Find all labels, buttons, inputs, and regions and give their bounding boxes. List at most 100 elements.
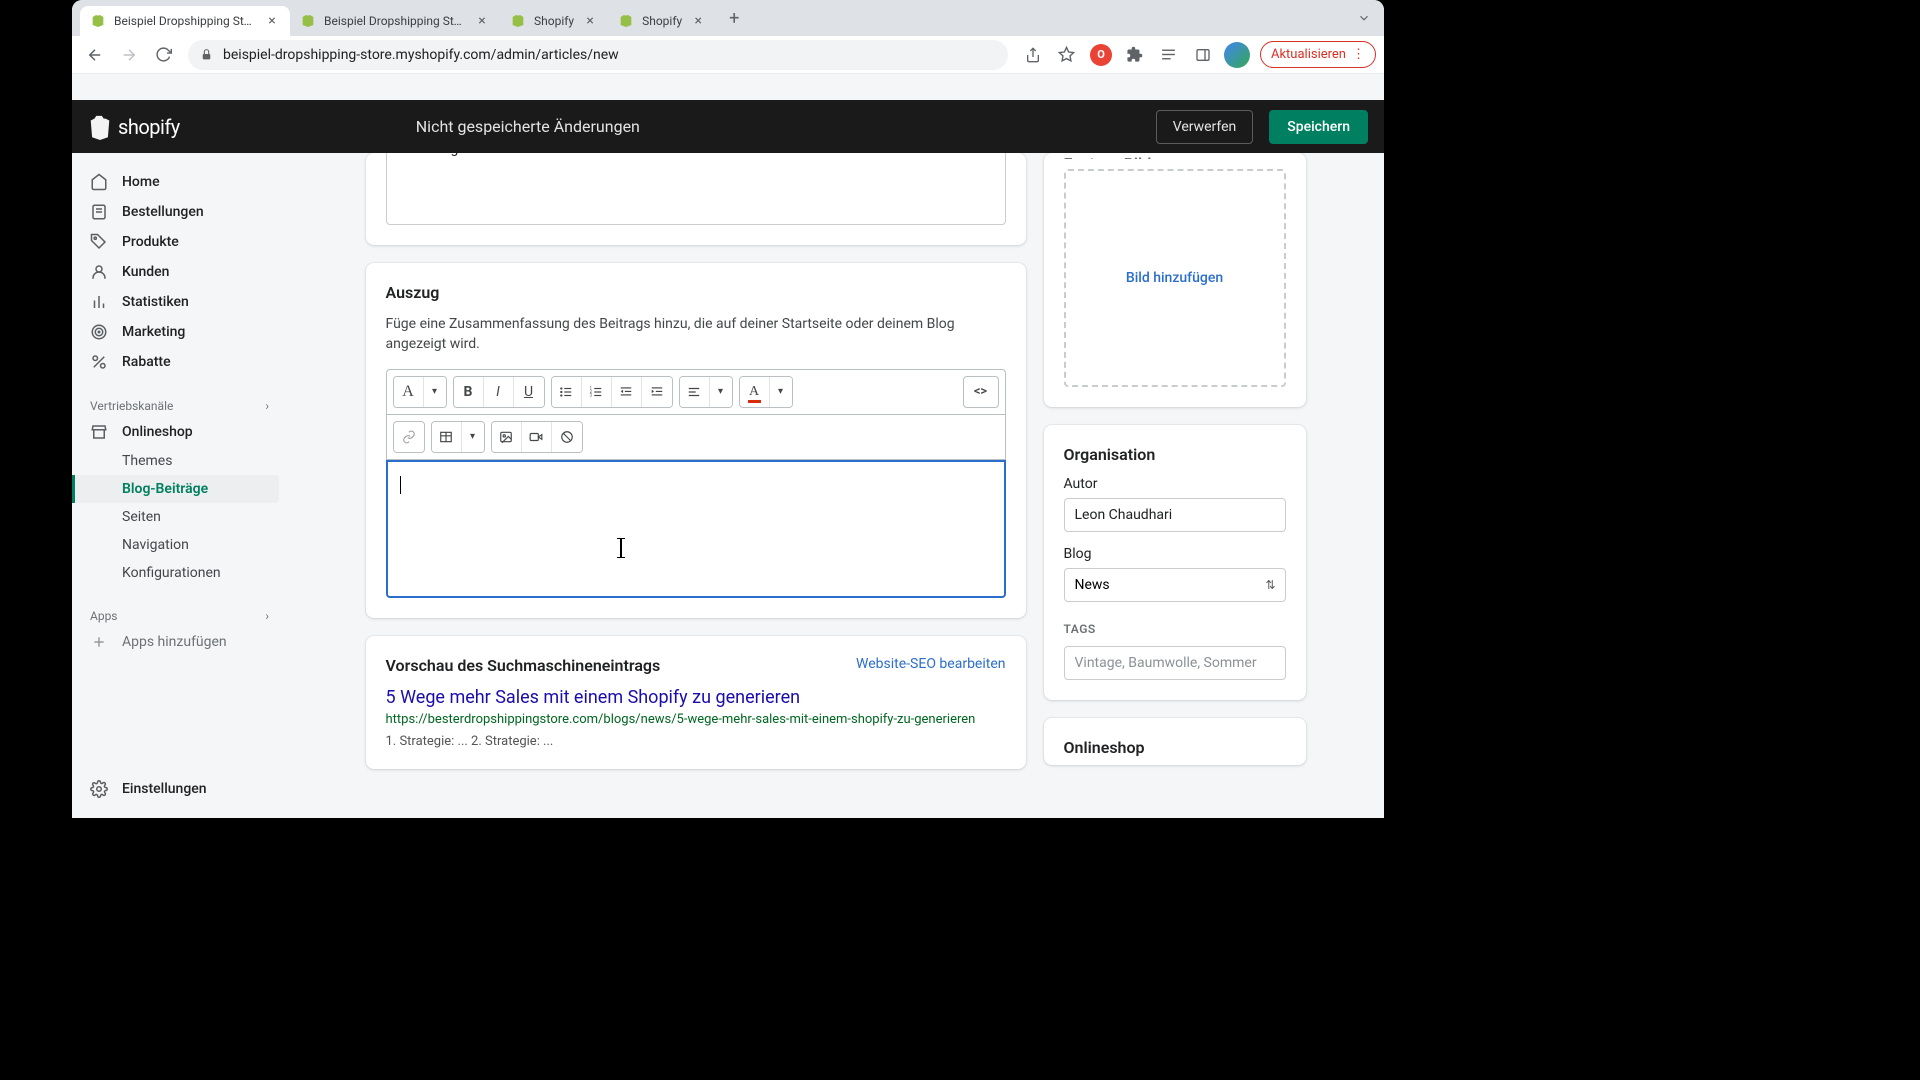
- content-body-editor[interactable]: 2. Strategie: ...: [386, 153, 1006, 225]
- sidebar-item-marketing[interactable]: Marketing: [72, 317, 287, 347]
- rte-toolbar-row2: ▾: [386, 415, 1006, 460]
- close-icon[interactable]: ×: [474, 13, 490, 29]
- shopify-favicon-icon: [618, 13, 634, 29]
- image-drop-zone[interactable]: Bild hinzufügen: [1064, 169, 1286, 387]
- reload-button[interactable]: [148, 40, 178, 70]
- brand-text: shopify: [118, 115, 180, 139]
- unsaved-changes-msg: Nicht gespeicherte Änderungen: [196, 117, 1140, 136]
- outdent-button[interactable]: [612, 377, 642, 407]
- back-button[interactable]: [80, 40, 110, 70]
- sidebar-item-customers[interactable]: Kunden: [72, 257, 287, 287]
- user-icon: [90, 263, 108, 281]
- side-panel-icon[interactable]: [1188, 40, 1218, 70]
- close-icon[interactable]: ×: [264, 13, 280, 29]
- text-color-button[interactable]: A: [740, 377, 770, 407]
- author-input[interactable]: [1064, 498, 1286, 532]
- profile-avatar[interactable]: [1222, 40, 1252, 70]
- sidebar-item-products[interactable]: Produkte: [72, 227, 287, 257]
- sidebar-sub-pages[interactable]: Seiten: [72, 503, 287, 531]
- underline-button[interactable]: U: [514, 377, 544, 407]
- close-icon[interactable]: ×: [690, 13, 706, 29]
- lock-icon: [200, 48, 213, 61]
- nav-label: Konfigurationen: [122, 565, 221, 581]
- browser-update-button[interactable]: Aktualisieren ⋮: [1260, 41, 1376, 68]
- image-button[interactable]: [492, 422, 522, 452]
- organisation-title: Organisation: [1064, 445, 1286, 464]
- sidebar-item-home[interactable]: Home: [72, 167, 287, 197]
- html-view-button[interactable]: <>: [963, 376, 999, 408]
- excerpt-card: Auszug Füge eine Zusammenfassung des Bei…: [366, 263, 1026, 618]
- excerpt-desc: Füge eine Zusammenfassung des Beitrags h…: [386, 314, 1006, 355]
- nav-label: Onlineshop: [122, 424, 193, 440]
- text-color-dropdown[interactable]: ▾: [770, 377, 792, 407]
- tab-title: Shopify: [642, 14, 682, 28]
- chevron-right-icon[interactable]: ›: [265, 399, 269, 413]
- add-image-button[interactable]: Bild hinzufügen: [1126, 270, 1223, 286]
- browser-tab-3[interactable]: Shopify ×: [608, 6, 716, 36]
- text-caret: [400, 476, 401, 494]
- browser-tab-2[interactable]: Shopify ×: [500, 6, 608, 36]
- nav-label: Navigation: [122, 537, 189, 553]
- sidebar-item-settings[interactable]: Einstellungen: [72, 774, 287, 804]
- sidebar-item-analytics[interactable]: Statistiken: [72, 287, 287, 317]
- nav-label: Rabatte: [122, 354, 171, 370]
- blog-select[interactable]: News: [1064, 568, 1286, 602]
- sidebar-sub-themes[interactable]: Themes: [72, 447, 287, 475]
- excerpt-editor[interactable]: [386, 460, 1006, 598]
- shopify-logo[interactable]: shopify: [88, 114, 180, 140]
- save-button[interactable]: Speichern: [1269, 110, 1368, 144]
- clear-format-button[interactable]: [552, 422, 582, 452]
- sidebar-item-orders[interactable]: Bestellungen: [72, 197, 287, 227]
- sidebar-sub-blog[interactable]: Blog-Beiträge: [72, 475, 279, 503]
- svg-text:3: 3: [590, 392, 593, 397]
- bookmark-star-icon[interactable]: [1052, 40, 1082, 70]
- share-icon[interactable]: [1018, 40, 1048, 70]
- numbered-list-button[interactable]: 123: [582, 377, 612, 407]
- tags-input[interactable]: [1064, 646, 1286, 680]
- browser-tab-strip: Beispiel Dropshipping Store · B × Beispi…: [72, 0, 1384, 36]
- sidebar-sub-config[interactable]: Konfigurationen: [72, 559, 287, 587]
- format-paragraph-button[interactable]: A: [394, 377, 424, 407]
- percent-icon: [90, 353, 108, 371]
- browser-tab-1[interactable]: Beispiel Dropshipping Store ×: [290, 6, 500, 36]
- discard-button[interactable]: Verwerfen: [1156, 110, 1254, 144]
- address-bar[interactable]: beispiel-dropshipping-store.myshopify.co…: [188, 40, 1008, 70]
- ibeam-cursor-icon: [620, 538, 622, 558]
- italic-button[interactable]: I: [484, 377, 514, 407]
- nav-label: Einstellungen: [122, 781, 207, 797]
- align-dropdown[interactable]: ▾: [710, 377, 732, 407]
- chevron-right-icon[interactable]: ›: [265, 609, 269, 623]
- sidebar: Home Bestellungen Produkte Kunden Statis…: [72, 153, 287, 818]
- onlineshop-card: Onlineshop: [1044, 718, 1306, 765]
- browser-toolbar: beispiel-dropshipping-store.myshopify.co…: [72, 36, 1384, 74]
- extensions-puzzle-icon[interactable]: [1120, 40, 1150, 70]
- bold-button[interactable]: B: [454, 377, 484, 407]
- sidebar-item-add-apps[interactable]: Apps hinzufügen: [72, 627, 287, 657]
- nav-label: Kunden: [122, 264, 169, 280]
- seo-preview-title: 5 Wege mehr Sales mit einem Shopify zu g…: [386, 687, 1006, 708]
- excerpt-title: Auszug: [386, 283, 1006, 302]
- sidebar-item-onlineshop[interactable]: Onlineshop: [72, 417, 287, 447]
- table-button[interactable]: [432, 422, 462, 452]
- bullet-list-button[interactable]: [552, 377, 582, 407]
- reading-list-icon[interactable]: [1154, 40, 1184, 70]
- sidebar-sub-navigation[interactable]: Navigation: [72, 531, 287, 559]
- edit-seo-link[interactable]: Website-SEO bearbeiten: [856, 656, 1005, 672]
- new-tab-button[interactable]: +: [720, 4, 748, 32]
- gear-icon: [90, 780, 108, 798]
- sidebar-item-discounts[interactable]: Rabatte: [72, 347, 287, 377]
- target-icon: [90, 323, 108, 341]
- link-button[interactable]: [394, 422, 424, 452]
- forward-button[interactable]: [114, 40, 144, 70]
- browser-tab-0[interactable]: Beispiel Dropshipping Store · B ×: [80, 6, 290, 36]
- align-button[interactable]: [680, 377, 710, 407]
- close-icon[interactable]: ×: [582, 13, 598, 29]
- tab-overflow-button[interactable]: [1352, 6, 1376, 30]
- table-dropdown[interactable]: ▾: [462, 422, 484, 452]
- indent-button[interactable]: [642, 377, 672, 407]
- tags-label: TAGS: [1064, 622, 1286, 636]
- video-button[interactable]: [522, 422, 552, 452]
- seo-card: Vorschau des Suchmaschineneintrags Websi…: [366, 636, 1026, 770]
- extension-adblock-icon[interactable]: O: [1086, 40, 1116, 70]
- format-paragraph-dropdown[interactable]: ▾: [424, 377, 446, 407]
